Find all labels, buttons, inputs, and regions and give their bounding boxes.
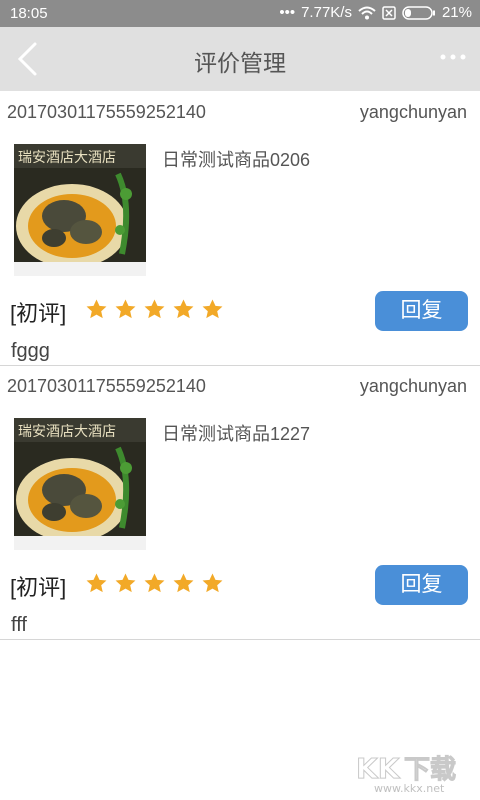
star-icon [115,299,136,319]
star-icon [202,573,223,593]
order-number: 20170301175559252140 [7,376,206,396]
svg-text:KK: KK [356,752,401,785]
product-image[interactable]: 瑞安酒店大酒店 [14,418,146,550]
status-time: 18:05 [10,5,48,22]
review-card: 20170301175559252140 yangchunyan 瑞安酒店大酒店… [0,92,480,366]
product-name: 日常测试商品0206 [162,150,311,170]
svg-text:www.kkx.net: www.kkx.net [374,782,445,794]
svg-text:下载: 下载 [404,755,456,785]
rating-stars [85,298,224,321]
review-tag: [初评] [10,575,67,600]
svg-text:瑞安酒店大酒店: 瑞安酒店大酒店 [18,424,116,440]
star-icon [86,299,107,319]
wifi-icon [358,6,376,19]
star-icon [144,573,165,593]
watermark-logo: KK 下载 www.kkx.net [356,752,457,795]
star-icon [173,299,194,319]
product-image[interactable]: 瑞安酒店大酒店 [14,144,146,276]
status-icons: ••• 7.77K/s 21% [279,4,472,21]
review-tag: [初评] [10,301,67,326]
star-icon [144,299,165,319]
svg-text:瑞安酒店大酒店: 瑞安酒店大酒店 [18,150,116,166]
no-sim-icon [382,5,396,20]
user-name: yangchunyan [359,102,467,122]
more-options-icon[interactable] [438,47,468,67]
user-name: yangchunyan [359,376,467,396]
status-bar: 18:05 ••• 7.77K/s 21% [0,0,480,27]
reply-button[interactable]: 回复 [375,565,468,605]
more-dots-icon: ••• [279,4,296,21]
order-number: 20170301175559252140 [7,102,206,122]
network-speed: 7.77K/s [301,4,352,21]
review-card: 20170301175559252140 yangchunyan 瑞安酒店大酒店… [0,366,480,640]
star-icon [86,573,107,593]
rating-stars [85,572,224,595]
star-icon [115,573,136,593]
review-comment: fff [11,614,27,636]
page-title: 评价管理 [194,50,286,76]
battery-icon [402,5,435,20]
battery-level: 21% [441,4,472,21]
product-name: 日常测试商品1227 [162,424,311,444]
review-comment: fggg [11,340,50,362]
nav-bar: 评价管理 [0,27,480,91]
star-icon [173,573,194,593]
reply-button[interactable]: 回复 [375,291,468,331]
star-icon [202,299,223,319]
